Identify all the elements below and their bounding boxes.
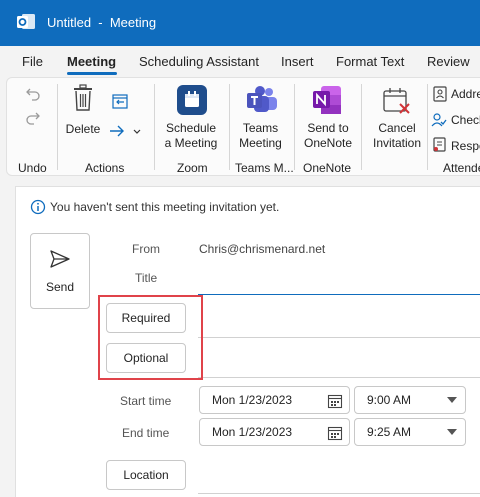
response-options-icon[interactable] bbox=[433, 137, 447, 153]
info-bar-text: You haven't sent this meeting invitation… bbox=[50, 200, 280, 214]
send-label: Send bbox=[45, 280, 75, 294]
ribbon-tabs: File Meeting Scheduling Assistant Insert… bbox=[0, 46, 480, 76]
end-time-value: 9:25 AM bbox=[367, 425, 412, 439]
tab-review[interactable]: Review bbox=[427, 54, 470, 69]
chevron-down-icon bbox=[447, 429, 457, 435]
title-input[interactable] bbox=[198, 265, 480, 295]
undo-icon[interactable] bbox=[25, 86, 41, 102]
forward-icon[interactable] bbox=[109, 124, 145, 138]
start-date-picker[interactable]: Mon 1/23/2023 bbox=[199, 386, 350, 414]
ribbon-separator bbox=[361, 84, 362, 170]
send-to-onenote-label-line1: Send to bbox=[307, 121, 349, 135]
cancel-invitation-label-line1: Cancel bbox=[378, 121, 416, 135]
optional-attendees-input[interactable] bbox=[198, 348, 480, 378]
ribbon-separator bbox=[57, 84, 58, 170]
title-bar: Untitled - Meeting bbox=[0, 0, 480, 46]
outlook-icon bbox=[17, 14, 35, 29]
active-tab-indicator bbox=[67, 72, 117, 75]
calendar-icon[interactable] bbox=[327, 393, 343, 409]
cancel-invitation-button[interactable]: Cancel Invitation bbox=[367, 121, 427, 151]
end-date-picker[interactable]: Mon 1/23/2023 bbox=[199, 418, 350, 446]
teams-icon[interactable] bbox=[245, 84, 279, 116]
schedule-meeting-button[interactable]: Schedule a Meeting bbox=[161, 121, 221, 151]
group-label-undo: Undo bbox=[18, 161, 47, 175]
ribbon-separator bbox=[427, 84, 428, 170]
zoom-schedule-icon[interactable] bbox=[177, 85, 207, 115]
check-names-icon[interactable] bbox=[431, 112, 447, 128]
send-to-onenote-button[interactable]: Send to OneNote bbox=[299, 121, 357, 151]
trash-icon[interactable] bbox=[71, 84, 95, 112]
redo-icon[interactable] bbox=[25, 110, 41, 126]
ribbon: Undo Delete Actions Schedule a Meeting Z… bbox=[6, 77, 480, 176]
tab-meeting[interactable]: Meeting bbox=[67, 54, 116, 69]
chevron-down-icon bbox=[447, 397, 457, 403]
teams-meeting-button[interactable]: Teams Meeting bbox=[233, 121, 288, 151]
group-label-attendees: Attende bbox=[443, 161, 480, 175]
response-options-button[interactable]: Respo bbox=[451, 139, 480, 154]
group-label-onenote: OneNote bbox=[303, 161, 352, 175]
end-date-value: Mon 1/23/2023 bbox=[212, 425, 293, 439]
start-date-value: Mon 1/23/2023 bbox=[212, 393, 293, 407]
end-time-dropdown[interactable]: 9:25 AM bbox=[354, 418, 466, 446]
schedule-meeting-label-line1: Schedule bbox=[165, 121, 217, 135]
cancel-invitation-label-line2: Invitation bbox=[372, 136, 422, 150]
window-title: Untitled - Meeting bbox=[47, 15, 157, 30]
send-to-onenote-label-line2: OneNote bbox=[303, 136, 353, 150]
delete-button[interactable]: Delete bbox=[63, 122, 103, 137]
location-button[interactable]: Location bbox=[106, 460, 186, 490]
calendar-icon[interactable] bbox=[327, 425, 343, 441]
info-icon bbox=[30, 199, 46, 215]
schedule-meeting-label-line2: a Meeting bbox=[164, 136, 218, 150]
move-to-calendar-icon[interactable] bbox=[111, 92, 129, 110]
cancel-invitation-icon[interactable] bbox=[381, 86, 411, 116]
send-button[interactable]: Send bbox=[30, 233, 90, 309]
teams-meeting-label-line1: Teams bbox=[242, 121, 279, 135]
from-value[interactable]: Chris@chrismenard.net bbox=[199, 242, 325, 256]
title-label: Title bbox=[135, 271, 158, 285]
start-time-value: 9:00 AM bbox=[367, 393, 412, 407]
group-label-teams: Teams M... bbox=[235, 161, 294, 175]
start-time-label: Start time bbox=[120, 394, 172, 408]
send-icon bbox=[50, 250, 70, 268]
end-time-label: End time bbox=[122, 426, 170, 440]
required-attendees-input[interactable] bbox=[198, 308, 480, 338]
start-time-dropdown[interactable]: 9:00 AM bbox=[354, 386, 466, 414]
check-names-button[interactable]: Check bbox=[451, 113, 480, 128]
group-label-actions: Actions bbox=[85, 161, 125, 175]
tab-format-text[interactable]: Format Text bbox=[336, 54, 404, 69]
tab-scheduling-assistant[interactable]: Scheduling Assistant bbox=[139, 54, 259, 69]
ribbon-separator bbox=[294, 84, 295, 170]
ribbon-separator bbox=[154, 84, 155, 170]
group-label-zoom: Zoom bbox=[177, 161, 208, 175]
address-book-button[interactable]: Addre bbox=[451, 87, 480, 102]
ribbon-separator bbox=[229, 84, 230, 170]
tab-file[interactable]: File bbox=[22, 54, 43, 69]
tab-insert[interactable]: Insert bbox=[281, 54, 314, 69]
location-input[interactable] bbox=[198, 464, 480, 494]
teams-meeting-label-line2: Meeting bbox=[239, 136, 282, 150]
address-book-icon[interactable] bbox=[433, 86, 447, 102]
annotation-highlight-box bbox=[98, 295, 203, 380]
onenote-icon[interactable] bbox=[311, 85, 343, 115]
from-label: From bbox=[132, 242, 160, 256]
